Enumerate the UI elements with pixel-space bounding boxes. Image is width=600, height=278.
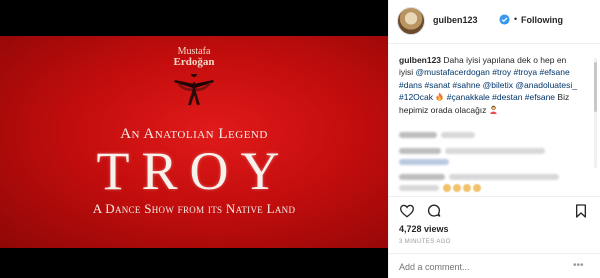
caption-hashtag-place[interactable]: #çanakkale (447, 92, 490, 102)
post-side-panel: gulben123 • Following gulben123 Daha iyi… (388, 0, 600, 278)
header-username[interactable]: gulben123 (433, 15, 478, 25)
instagram-post-window: Mustafa Erdoğan An Anatolian Legend TROY… (0, 0, 600, 278)
caption-mention[interactable]: @mustafacerdogan (416, 67, 490, 77)
verified-badge-icon (499, 14, 510, 25)
troy-poster: Mustafa Erdoğan An Anatolian Legend TROY… (0, 36, 388, 248)
blurred-comment-text (399, 185, 439, 191)
heart-icon[interactable] (399, 203, 415, 219)
caption-mention[interactable]: @biletix (483, 80, 513, 90)
avatar[interactable] (397, 7, 425, 35)
blurred-comment-text (399, 159, 449, 165)
caption-hashtags[interactable]: #destan #efsane (492, 92, 555, 102)
post-caption: gulben123 Daha iyisi yapılana dek o hep … (399, 54, 577, 116)
blurred-comment-text (445, 148, 545, 154)
comments-scrollbar[interactable] (593, 52, 598, 172)
scrollbar-thumb[interactable] (594, 62, 597, 112)
post-media[interactable]: Mustafa Erdoğan An Anatolian Legend TROY… (0, 0, 388, 278)
post-actions (389, 196, 600, 224)
poster-brand: Mustafa Erdoğan (0, 46, 388, 68)
more-options-button[interactable]: ••• (573, 260, 584, 271)
fire-emoji-icon (436, 92, 444, 101)
person-emoji-icon (490, 105, 497, 114)
post-header: gulben123 • Following (389, 0, 600, 44)
blurred-comment-text (441, 132, 475, 138)
dancer-logo (174, 74, 214, 105)
post-timestamp: 3 MINUTES AGO (399, 239, 451, 245)
blurred-comment-user (399, 132, 437, 138)
poster-subtitle: A Dance Show from its Native Land (92, 201, 296, 216)
following-button[interactable]: Following (521, 15, 563, 25)
caption-username[interactable]: gulben123 (399, 55, 441, 65)
header-separator: • (514, 14, 518, 24)
add-comment-bar: ••• (389, 253, 600, 278)
blurred-comment-user (399, 174, 445, 180)
blurred-emoji (443, 184, 451, 192)
blurred-emoji (473, 184, 481, 192)
caption-mention[interactable]: @anadoluatesi_ (515, 80, 577, 90)
blurred-emoji (453, 184, 461, 192)
caption-hashtag-date[interactable]: #12Ocak (399, 92, 433, 102)
blurred-emoji (463, 184, 471, 192)
comments-area[interactable]: gulben123 Daha iyisi yapılana dek o hep … (389, 44, 600, 194)
poster-brand-last: Erdoğan (173, 56, 215, 68)
bookmark-icon[interactable] (573, 203, 589, 219)
blurred-comment-user (399, 148, 441, 154)
comment-icon[interactable] (426, 203, 442, 219)
view-count[interactable]: 4,728 views (399, 224, 449, 234)
poster-title: TROY (96, 141, 292, 201)
blurred-comment-text (449, 174, 559, 180)
add-comment-input[interactable] (399, 262, 569, 272)
